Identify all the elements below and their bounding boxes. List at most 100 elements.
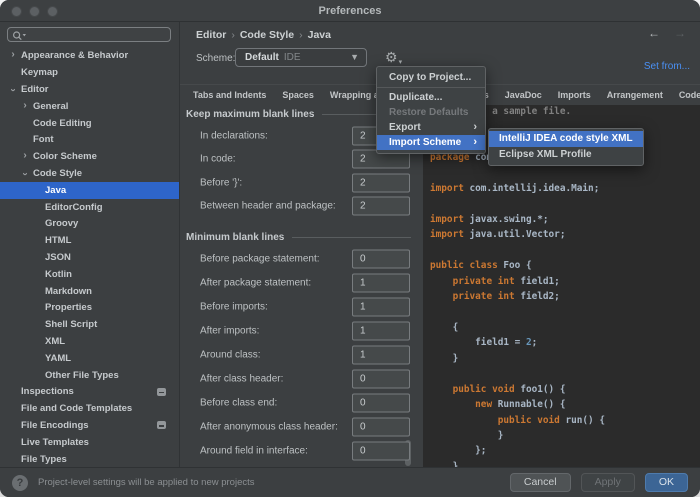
sidebar-item-editor[interactable]: › Editor xyxy=(0,81,179,98)
sidebar-item-label: XML xyxy=(45,335,66,347)
search-icon xyxy=(12,31,26,41)
field-label: Before imports: xyxy=(200,301,268,313)
number-field-around-field-in-interface[interactable]: 0 xyxy=(352,441,410,461)
chevron-collapsed-icon[interactable]: › xyxy=(19,151,31,162)
scheme-dropdown[interactable]: Default IDE ▼ xyxy=(235,48,367,67)
footer-hint: Project-level settings will be applied t… xyxy=(38,477,255,488)
menu-item-copy-to-project[interactable]: Copy to Project... xyxy=(377,70,485,85)
sidebar-item-live-templates[interactable]: Live Templates xyxy=(0,434,179,451)
tab-spaces[interactable]: Spaces xyxy=(282,90,314,100)
submenu-item-eclipse-xml-profile[interactable]: Eclipse XML Profile xyxy=(489,147,643,163)
number-field-after-package-statement[interactable]: 1 xyxy=(352,273,410,293)
sidebar-item-font[interactable]: Font xyxy=(0,131,179,148)
chevron-down-icon: ▼ xyxy=(350,52,359,62)
breadcrumb-separator-icon: › xyxy=(299,29,303,41)
menu-item-label: Copy to Project... xyxy=(389,72,472,83)
menu-item-export[interactable]: Export › xyxy=(377,120,485,135)
ok-button[interactable]: OK xyxy=(644,473,688,492)
field-label: After anonymous class header: xyxy=(200,421,338,433)
sidebar-item-inspections[interactable]: Inspections xyxy=(0,383,179,400)
number-field-before-imports[interactable]: 1 xyxy=(352,297,410,317)
number-field-before-package-statement[interactable]: 0 xyxy=(352,249,410,269)
sidebar-item-label: Color Scheme xyxy=(33,151,97,163)
sidebar-item-appearance-behavior[interactable]: › Appearance & Behavior xyxy=(0,48,179,65)
tab-tabs-and-indents[interactable]: Tabs and Indents xyxy=(193,90,266,100)
code-line: field1 = 2; xyxy=(430,337,538,349)
sidebar-item-properties[interactable]: Properties xyxy=(0,299,179,316)
tab-arrangement[interactable]: Arrangement xyxy=(607,90,663,100)
sidebar-item-label: Editor xyxy=(21,83,49,95)
gear-icon: ⚙ xyxy=(385,49,398,65)
search-input[interactable] xyxy=(7,27,171,42)
sidebar-item-html[interactable]: HTML xyxy=(0,232,179,249)
sidebar-item-kotlin[interactable]: Kotlin xyxy=(0,266,179,283)
sidebar-item-java[interactable]: Java xyxy=(0,181,179,199)
sidebar-item-general[interactable]: › General xyxy=(0,98,179,115)
sidebar-item-label: HTML xyxy=(45,235,72,247)
number-field-around-class[interactable]: 1 xyxy=(352,345,410,365)
submenu-item-intellij-idea-code-style-xml[interactable]: IntelliJ IDEA code style XML xyxy=(489,131,643,147)
number-field-before-class-end[interactable]: 0 xyxy=(352,393,410,413)
chevron-expanded-icon[interactable]: › xyxy=(7,84,19,95)
sidebar-item-xml[interactable]: XML xyxy=(0,333,179,350)
number-field-after-imports[interactable]: 1 xyxy=(352,321,410,341)
sidebar-item-file-and-code-templates[interactable]: File and Code Templates xyxy=(0,400,179,417)
back-icon[interactable]: ← xyxy=(648,26,660,40)
apply-button: Apply xyxy=(580,473,635,492)
breadcrumb-separator-icon: › xyxy=(231,29,235,41)
number-field-between-header-and-package[interactable]: 2 xyxy=(352,196,410,216)
field-label: In code: xyxy=(200,153,236,165)
sidebar-item-label: JSON xyxy=(45,251,71,263)
code-line: } xyxy=(430,429,504,441)
sidebar-item-label: Shell Script xyxy=(45,319,98,331)
preferences-dialog: Preferences › Appearance & Behavior Keymap… xyxy=(0,0,700,497)
sidebar-item-code-editing[interactable]: Code Editing xyxy=(0,115,179,132)
project-configurable-icon xyxy=(157,387,166,396)
breadcrumb-item[interactable]: Java xyxy=(308,29,331,41)
title-bar: Preferences xyxy=(0,0,700,22)
sidebar-item-label: YAML xyxy=(45,352,72,364)
sidebar-item-keymap[interactable]: Keymap xyxy=(0,64,179,81)
sidebar-item-file-encodings[interactable]: File Encodings xyxy=(0,417,179,434)
sidebar-item-file-types[interactable]: File Types xyxy=(0,451,179,467)
set-from-link[interactable]: Set from... xyxy=(644,61,690,72)
sidebar-item-label: Java xyxy=(45,184,67,196)
breadcrumb-item[interactable]: Code Style xyxy=(240,29,294,41)
breadcrumb-item[interactable]: Editor xyxy=(196,29,226,41)
scheme-actions-button[interactable]: ⚙▾ xyxy=(385,47,411,67)
sidebar-item-label: File and Code Templates xyxy=(21,403,133,415)
chevron-collapsed-icon[interactable]: › xyxy=(7,50,19,61)
tab-imports[interactable]: Imports xyxy=(558,90,591,100)
sidebar-item-color-scheme[interactable]: › Color Scheme xyxy=(0,148,179,165)
menu-item-duplicate[interactable]: Duplicate... xyxy=(377,90,485,105)
sidebar-item-json[interactable]: JSON xyxy=(0,249,179,266)
sidebar-item-label: Properties xyxy=(45,302,92,314)
sidebar-item-shell-script[interactable]: Shell Script xyxy=(0,316,179,333)
code-line: import java.util.Vector; xyxy=(430,229,566,241)
chevron-collapsed-icon[interactable]: › xyxy=(19,100,31,112)
menu-item-import-scheme[interactable]: Import Scheme › xyxy=(377,135,485,150)
chevron-expanded-icon[interactable]: › xyxy=(19,168,31,179)
sidebar-item-other-file-types[interactable]: Other File Types xyxy=(0,367,179,384)
settings-sidebar: › Appearance & Behavior Keymap › Editor › Gene… xyxy=(0,22,180,467)
sidebar-item-groovy[interactable]: Groovy xyxy=(0,215,179,232)
code-line: import com.intellij.idea.Main; xyxy=(430,182,600,194)
number-field-after-class-header[interactable]: 0 xyxy=(352,369,410,389)
sidebar-item-editorconfig[interactable]: EditorConfig xyxy=(0,199,179,216)
tab-javadoc[interactable]: JavaDoc xyxy=(505,90,542,100)
sidebar-item-code-style[interactable]: › Code Style xyxy=(0,165,179,182)
blank-lines-form: Keep maximum blank lines In declarations:… xyxy=(180,105,423,467)
menu-item-label: Import Scheme xyxy=(389,137,462,148)
help-icon[interactable]: ? xyxy=(12,475,28,491)
footer-buttons: Cancel Apply OK xyxy=(509,473,688,492)
tabs-overflow-chevron-icon[interactable]: ⌄ xyxy=(684,90,692,101)
sidebar-item-yaml[interactable]: YAML xyxy=(0,350,179,367)
scheme-actions-menu: Copy to Project... Duplicate... Restore De… xyxy=(376,66,486,154)
cancel-button[interactable]: Cancel xyxy=(509,473,571,492)
sidebar-item-markdown[interactable]: Markdown xyxy=(0,283,179,300)
sidebar-item-label: Code Editing xyxy=(33,117,92,129)
number-field-before[interactable]: 2 xyxy=(352,173,410,193)
number-field-after-anonymous-class-header[interactable]: 0 xyxy=(352,417,410,437)
field-label: After class header: xyxy=(200,373,284,385)
